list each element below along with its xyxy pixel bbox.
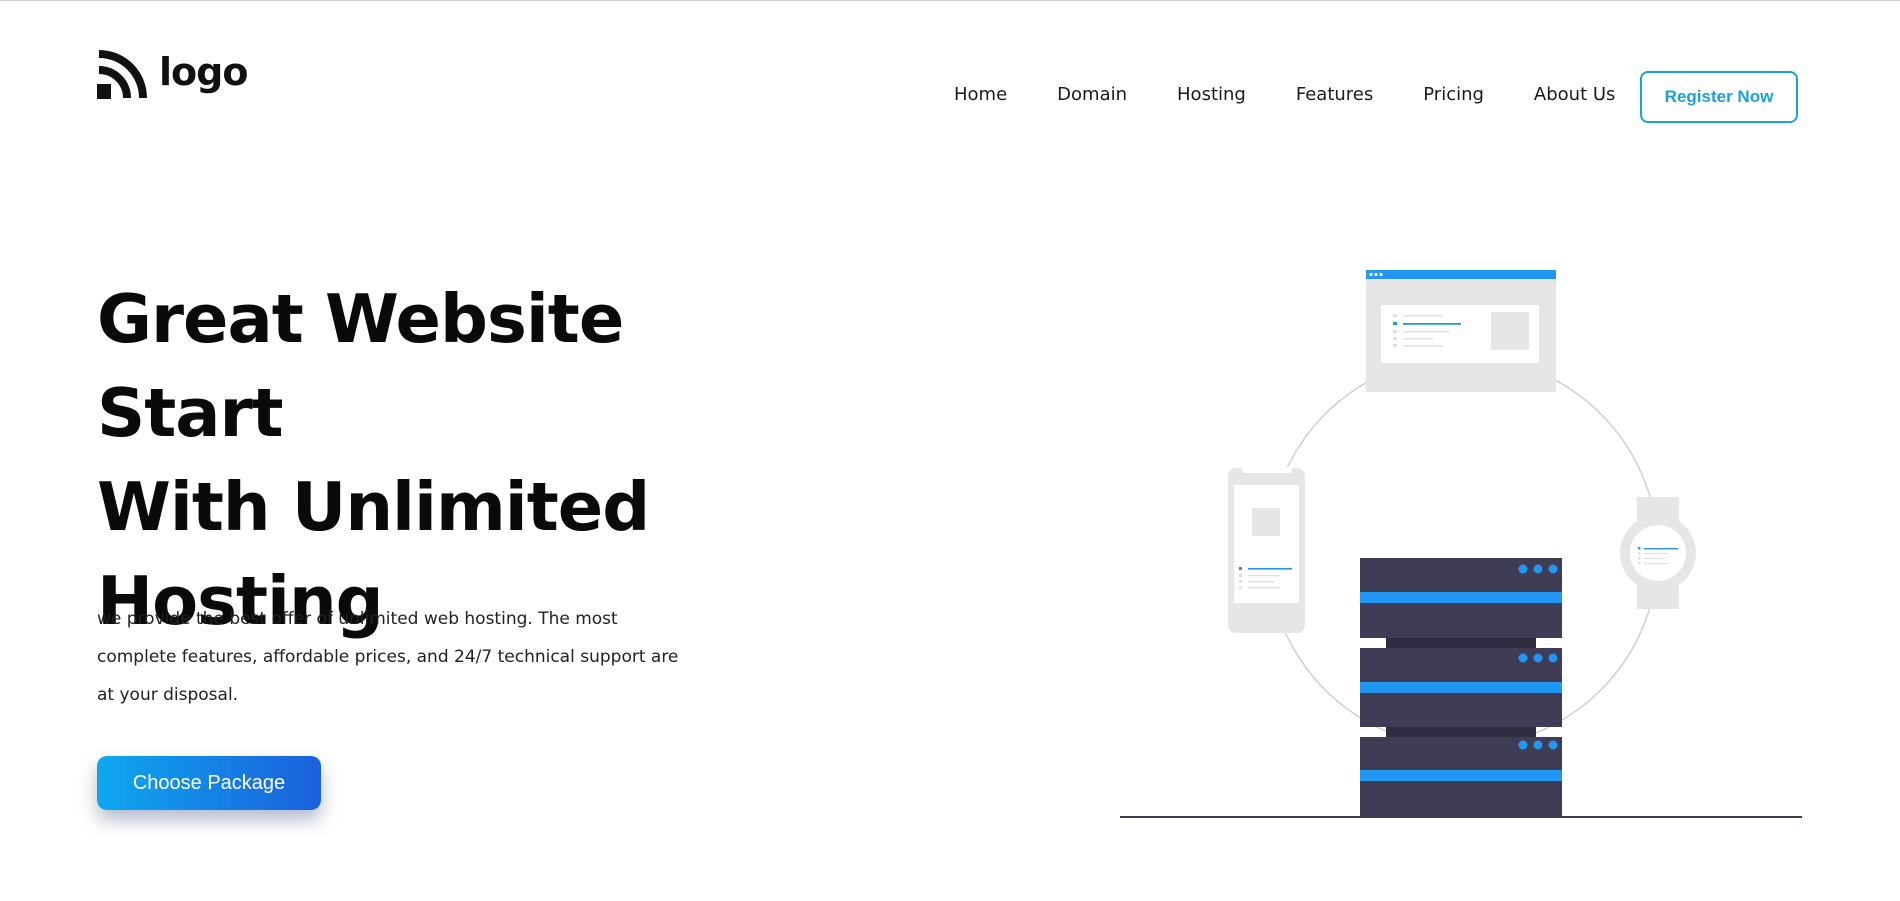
smartwatch-graphic [1620, 497, 1696, 609]
nav-item-pricing[interactable]: Pricing [1423, 84, 1484, 105]
hero-title: Great Website Start With Unlimited Hosti… [97, 272, 817, 648]
browser-window-graphic [1366, 270, 1556, 392]
nav-item-hosting[interactable]: Hosting [1177, 84, 1246, 105]
choose-package-button[interactable]: Choose Package [97, 756, 321, 810]
hosting-illustration [1110, 260, 1810, 835]
hero-title-line: With Unlimited [97, 468, 650, 546]
nav-item-home[interactable]: Home [954, 84, 1007, 105]
nav-item-domain[interactable]: Domain [1057, 84, 1127, 105]
hero-title-line: Great Website Start [97, 280, 624, 452]
hero-description: we provide the best offer of unlimited w… [97, 609, 679, 705]
top-border [0, 0, 1900, 1]
nav-item-features[interactable]: Features [1296, 84, 1373, 105]
hosting-servers-devices-illustration [1120, 270, 1802, 818]
phone-graphic [1228, 467, 1305, 633]
server-stack-graphic [1360, 558, 1562, 817]
logo-text: logo [159, 50, 248, 94]
site-logo[interactable]: logo [97, 50, 248, 100]
register-now-button[interactable]: Register Now [1640, 71, 1798, 123]
nav-item-about-us[interactable]: About Us [1534, 84, 1616, 105]
main-nav: Home Domain Hosting Features Pricing Abo… [954, 84, 1665, 105]
signal-waves-icon [97, 50, 147, 99]
